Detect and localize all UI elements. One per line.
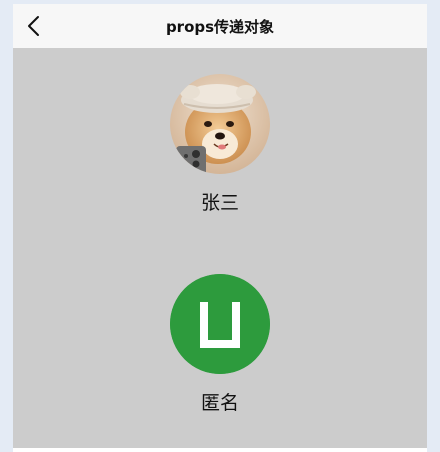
dog-avatar-image — [170, 74, 270, 174]
profile-card: 匿名 — [13, 274, 427, 424]
profile-name: 匿名 — [200, 392, 239, 414]
profile-card: 张三 — [13, 74, 427, 224]
avatar — [170, 274, 270, 374]
default-avatar-icon — [170, 274, 270, 374]
avatar — [170, 74, 270, 174]
phone-screen: props传递对象 张三 匿名 — [13, 4, 427, 452]
page-title: props传递对象 — [165, 18, 275, 36]
navigation-bar: props传递对象 — [13, 4, 427, 48]
profile-name: 张三 — [200, 192, 239, 214]
bottom-divider — [13, 448, 427, 452]
